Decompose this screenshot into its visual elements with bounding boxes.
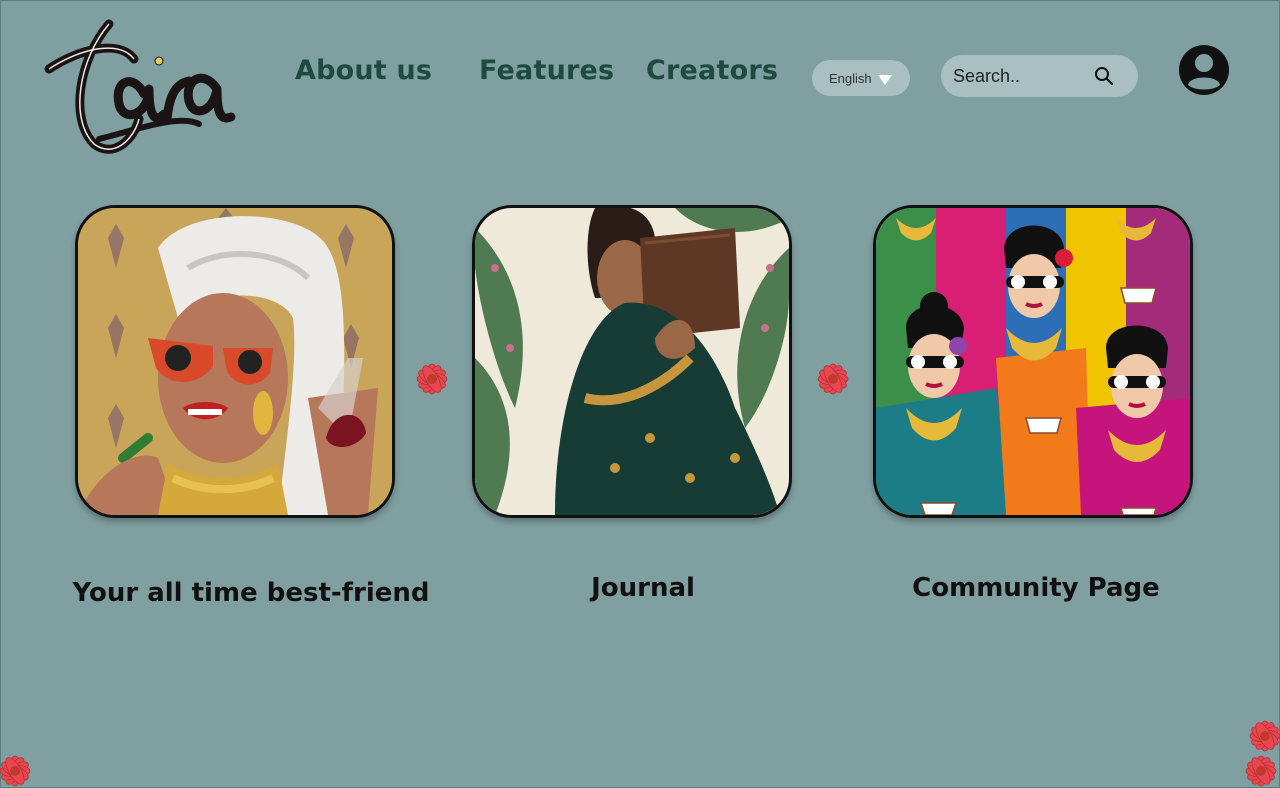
flower-icon bbox=[817, 363, 849, 395]
best-friend-caption: Your all time best-friend bbox=[72, 578, 430, 608]
flower-icon bbox=[1245, 755, 1277, 787]
search-bar[interactable] bbox=[941, 55, 1138, 97]
search-icon[interactable] bbox=[1094, 66, 1114, 86]
journal-card[interactable] bbox=[472, 205, 792, 518]
nav-features[interactable]: Features bbox=[479, 55, 614, 86]
user-account-icon[interactable] bbox=[1176, 43, 1232, 101]
nav-creators[interactable]: Creators bbox=[646, 55, 778, 86]
journal-illustration bbox=[475, 208, 789, 515]
flower-icon bbox=[0, 755, 31, 787]
flower-icon bbox=[416, 363, 448, 395]
community-illustration bbox=[876, 208, 1190, 515]
journal-caption: Journal bbox=[591, 573, 695, 603]
tara-logo[interactable] bbox=[39, 19, 239, 159]
nav-about-us[interactable]: About us bbox=[295, 55, 432, 86]
language-label: English bbox=[829, 70, 872, 86]
best-friend-card[interactable] bbox=[75, 205, 395, 518]
search-input[interactable] bbox=[953, 63, 1093, 89]
community-card[interactable] bbox=[873, 205, 1193, 518]
language-select[interactable]: English bbox=[812, 60, 910, 96]
best-friend-illustration bbox=[78, 208, 392, 515]
community-caption: Community Page bbox=[912, 573, 1160, 603]
caret-down-icon bbox=[878, 75, 892, 85]
